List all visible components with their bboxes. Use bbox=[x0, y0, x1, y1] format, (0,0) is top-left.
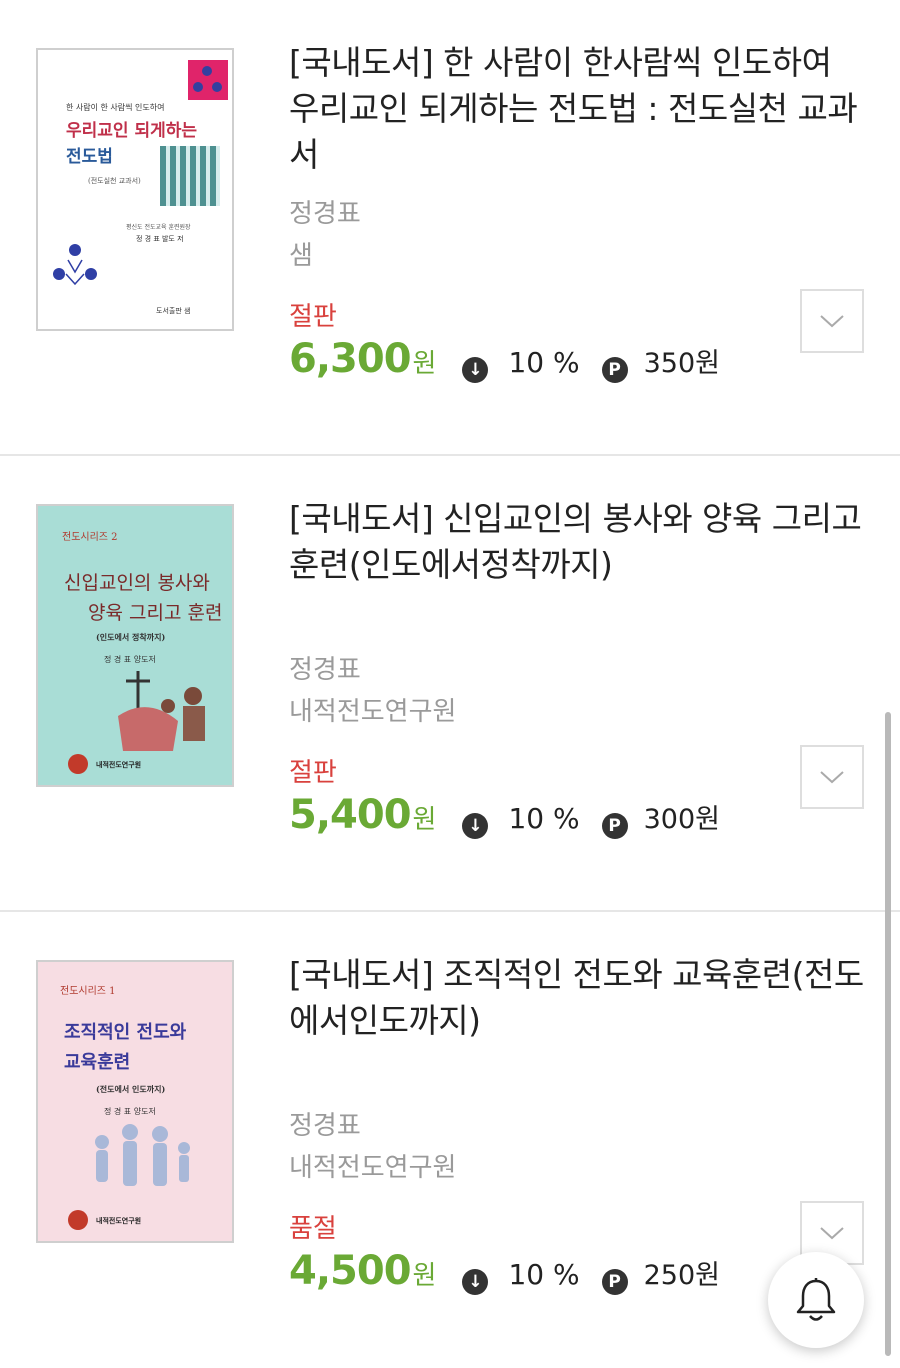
arrow-down-circle-icon: ↓ bbox=[462, 813, 489, 839]
cover-series: 전도시리즈 2 bbox=[62, 532, 118, 543]
price-row: 4,500 원 ↓ 10 % P 250원 bbox=[289, 1248, 720, 1302]
currency-unit: 원 bbox=[412, 349, 437, 379]
cover-credit1: 평신도 전도교육 훈련원장 bbox=[126, 224, 191, 231]
book-cover[interactable]: 전도시리즈 2 신입교인의 봉사와 양육 그리고 훈련 (인도에서 정착까지) … bbox=[36, 504, 234, 787]
cover-title-line2: 교육훈련 bbox=[64, 1052, 131, 1073]
cover-credit: 정 경 표 양도저 bbox=[104, 655, 156, 664]
arrow-down-circle-icon: ↓ bbox=[462, 1269, 489, 1295]
cover-logo bbox=[68, 754, 88, 774]
cover-title-line2: 전도법 bbox=[66, 147, 113, 167]
cover-family-silhouette bbox=[95, 1124, 190, 1186]
cover-illustration bbox=[118, 671, 205, 751]
discount-rate: 10 % bbox=[508, 1258, 580, 1291]
book-publisher[interactable]: 샘 bbox=[289, 235, 313, 272]
book-author[interactable]: 정경표 bbox=[289, 1105, 361, 1142]
notification-bell-button[interactable] bbox=[768, 1252, 864, 1348]
book-title[interactable]: [국내도서] 조직적인 전도와 교육훈련(전도에서인도까지) bbox=[289, 952, 869, 1044]
reward-points: 300원 bbox=[643, 804, 720, 835]
cover-triangle-logo bbox=[53, 244, 97, 286]
cover-subtitle: (전도에서 인도까지) bbox=[96, 1084, 166, 1094]
cover-title-line1: 조직적인 전도와 bbox=[64, 1022, 187, 1043]
points-p-icon: P bbox=[601, 813, 628, 839]
cover-credit2: 정 경 표 발도 저 bbox=[136, 235, 184, 243]
availability-status: 품절 bbox=[289, 1214, 337, 1244]
book-price: 5,400 bbox=[289, 792, 412, 838]
book-title[interactable]: [국내도서] 신입교인의 봉사와 양육 그리고 훈련(인도에서정착까지) bbox=[289, 496, 869, 588]
scrollbar-thumb[interactable] bbox=[885, 712, 891, 1356]
points-p-icon: P bbox=[601, 357, 628, 383]
expand-button[interactable] bbox=[800, 289, 864, 353]
discount-rate: 10 % bbox=[508, 346, 580, 379]
chevron-down-icon bbox=[820, 771, 844, 784]
book-item: 전도시리즈 2 신입교인의 봉사와 양육 그리고 훈련 (인도에서 정착까지) … bbox=[0, 456, 900, 912]
currency-unit: 원 bbox=[412, 1261, 437, 1291]
cover-series: 전도시리즈 1 bbox=[60, 986, 116, 997]
currency-unit: 원 bbox=[412, 805, 437, 835]
discount-rate: 10 % bbox=[508, 802, 580, 835]
points-p-icon: P bbox=[601, 1269, 628, 1295]
book-list: 한 사람이 한 사람씩 인도하여 우리교인 되게하는 전도법 (전도실천 교과서… bbox=[0, 0, 900, 1368]
expand-button[interactable] bbox=[800, 745, 864, 809]
bell-icon bbox=[796, 1278, 836, 1321]
cover-title-line1: 우리교인 되게하는 bbox=[66, 121, 198, 141]
cover-subtitle: (인도에서 정착까지) bbox=[96, 632, 166, 642]
chevron-down-icon bbox=[820, 1227, 844, 1240]
availability-status: 절판 bbox=[289, 302, 337, 332]
reward-points: 250원 bbox=[643, 1260, 720, 1291]
cover-publisher: 내적전도연구원 bbox=[96, 1216, 142, 1225]
book-cover[interactable]: 한 사람이 한 사람씩 인도하여 우리교인 되게하는 전도법 (전도실천 교과서… bbox=[36, 48, 234, 331]
book-item: 한 사람이 한 사람씩 인도하여 우리교인 되게하는 전도법 (전도실천 교과서… bbox=[0, 0, 900, 456]
cover-publisher: 내적전도연구원 bbox=[96, 760, 142, 769]
price-row: 5,400 원 ↓ 10 % P 300원 bbox=[289, 792, 720, 846]
availability-status: 절판 bbox=[289, 758, 337, 788]
cover-top-line: 한 사람이 한 사람씩 인도하여 bbox=[66, 103, 165, 112]
book-author[interactable]: 정경표 bbox=[289, 193, 361, 230]
book-author[interactable]: 정경표 bbox=[289, 649, 361, 686]
book-title[interactable]: [국내도서] 한 사람이 한사람씩 인도하여 우리교인 되게하는 전도법 : 전… bbox=[289, 40, 869, 178]
cover-credit: 정 경 표 양도저 bbox=[104, 1107, 156, 1116]
cover-publisher: 도서출판 샘 bbox=[156, 307, 191, 315]
cover-title-line1: 신입교인의 봉사와 bbox=[64, 572, 210, 594]
cover-logo bbox=[68, 1210, 88, 1230]
book-price: 4,500 bbox=[289, 1248, 412, 1294]
book-cover[interactable]: 전도시리즈 1 조직적인 전도와 교육훈련 (전도에서 인도까지) 정 경 표 … bbox=[36, 960, 234, 1243]
chevron-down-icon bbox=[820, 315, 844, 328]
price-row: 6,300 원 ↓ 10 % P 350원 bbox=[289, 336, 720, 390]
book-publisher[interactable]: 내적전도연구원 bbox=[289, 1147, 456, 1184]
reward-points: 350원 bbox=[643, 348, 720, 379]
book-item: 전도시리즈 1 조직적인 전도와 교육훈련 (전도에서 인도까지) 정 경 표 … bbox=[0, 912, 900, 1368]
book-publisher[interactable]: 내적전도연구원 bbox=[289, 691, 456, 728]
cover-pattern bbox=[160, 146, 220, 206]
cover-subtitle: (전도실천 교과서) bbox=[88, 177, 141, 185]
book-price: 6,300 bbox=[289, 336, 412, 382]
cover-title-line2: 양육 그리고 훈련 bbox=[88, 602, 223, 624]
arrow-down-circle-icon: ↓ bbox=[462, 357, 489, 383]
cover-pink-square bbox=[188, 60, 228, 100]
